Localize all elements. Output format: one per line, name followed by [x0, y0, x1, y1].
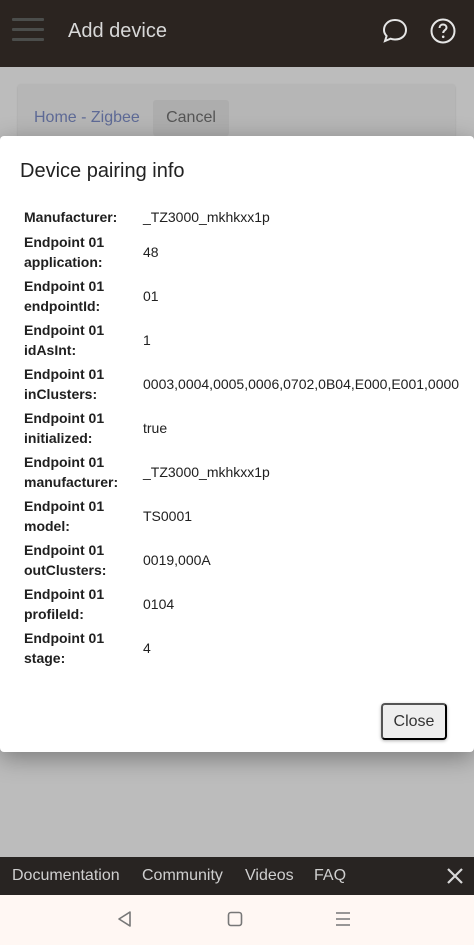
info-key: Endpoint 01 idAsInt:	[24, 322, 105, 358]
footer-link-community[interactable]: Community	[142, 867, 223, 885]
hamburger-icon[interactable]	[12, 18, 44, 44]
info-value: 0003,0004,0005,0006,0702,0B04,E000,E001,…	[143, 376, 460, 392]
page-title: Add device	[68, 20, 167, 42]
info-value: 48	[143, 244, 159, 260]
info-value: _TZ3000_mkhkxx1p	[143, 209, 270, 225]
cancel-button: Cancel	[153, 100, 229, 136]
help-circle-icon[interactable]	[429, 17, 457, 45]
back-triangle-icon[interactable]	[116, 910, 134, 928]
info-key: Manufacturer:	[24, 209, 118, 225]
info-key: Endpoint 01 stage:	[24, 630, 105, 666]
info-key: Endpoint 01 model:	[24, 498, 105, 534]
info-value: 0104	[143, 596, 175, 612]
home-square-icon[interactable]	[226, 910, 244, 928]
info-key: Endpoint 01 profileId:	[24, 586, 105, 622]
info-key: Endpoint 01 initialized:	[24, 410, 105, 446]
recents-menu-icon[interactable]	[335, 911, 351, 927]
footer-link-faq[interactable]: FAQ	[314, 867, 346, 885]
breadcrumb: Home - Zigbee	[34, 109, 140, 126]
info-value: 0019,000A	[143, 552, 211, 568]
info-value: 1	[143, 332, 151, 348]
info-value: true	[143, 420, 168, 436]
info-key: Endpoint 01 manufacturer:	[24, 454, 119, 490]
info-value: TS0001	[143, 508, 193, 524]
info-value: _TZ3000_mkhkxx1p	[143, 464, 270, 480]
info-value: 01	[143, 288, 159, 304]
footer-bar: Documentation Community Videos FAQ	[0, 857, 474, 895]
close-button[interactable]: Close	[381, 703, 447, 740]
footer-link-documentation[interactable]: Documentation	[12, 867, 120, 885]
close-icon[interactable]	[445, 866, 465, 886]
app-bar: Add device	[0, 0, 474, 67]
info-value: 4	[143, 640, 151, 656]
info-key: Endpoint 01 inClusters:	[24, 366, 105, 402]
info-key: Endpoint 01 outClusters:	[24, 542, 107, 578]
footer-link-videos[interactable]: Videos	[245, 867, 294, 885]
info-key: Endpoint 01 application:	[24, 234, 105, 270]
dialog-title: Device pairing info	[20, 160, 185, 182]
pairing-info-dialog: Device pairing info Manufacturer: _TZ300…	[0, 136, 474, 752]
info-key: Endpoint 01 endpointId:	[24, 278, 105, 314]
chat-bubble-icon[interactable]	[381, 17, 409, 45]
